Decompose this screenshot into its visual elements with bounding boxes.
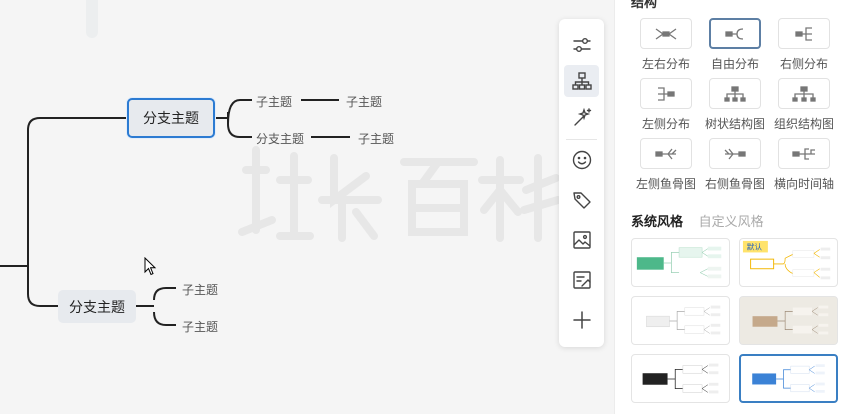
left-layout-icon xyxy=(658,86,675,101)
layout-org[interactable]: 组织结构图 xyxy=(769,78,839,131)
subtopic[interactable]: 分支主题 xyxy=(256,130,304,147)
theme-default[interactable]: 默认 xyxy=(739,238,838,287)
theme-preview xyxy=(636,246,722,279)
tab-system-style[interactable]: 系统风格 xyxy=(631,211,683,230)
subtopic[interactable]: 子主题 xyxy=(346,93,382,110)
tag-icon xyxy=(572,192,591,209)
plus-icon xyxy=(572,311,591,329)
layout-label: 左右分布 xyxy=(641,57,690,71)
style-tool[interactable] xyxy=(564,29,599,61)
ai-tool[interactable] xyxy=(564,101,599,133)
format-panel: 结构 左右分布 自由分布 右侧分布 左侧分布 树状结构图 组织结构图 左侧鱼骨图… xyxy=(614,0,848,414)
layout-left-fishbone[interactable]: 左侧鱼骨图 xyxy=(631,138,701,191)
right-layout-icon xyxy=(795,26,812,41)
left-right-layout-icon xyxy=(655,27,677,40)
layout-right[interactable]: 右侧分布 xyxy=(769,18,839,71)
layout-label: 横向时间轴 xyxy=(773,177,834,191)
structure-icon xyxy=(571,72,592,90)
connector-lines xyxy=(0,99,350,326)
tab-custom-style[interactable]: 自定义风格 xyxy=(699,211,764,230)
theme-preview xyxy=(752,364,825,393)
layout-label: 右侧鱼骨图 xyxy=(704,177,765,191)
default-badge-text: 默认 xyxy=(747,242,763,252)
subtopic-label: 子主题 xyxy=(182,283,219,297)
branch-topic-2[interactable]: 分支主题 xyxy=(58,290,136,323)
layout-label: 左侧鱼骨图 xyxy=(635,177,696,191)
subtopic-label: 子主题 xyxy=(182,320,219,334)
side-toolbar xyxy=(559,19,604,347)
layout-label: 自由分布 xyxy=(710,57,759,71)
structure-section-title: 结构 xyxy=(631,0,658,10)
tag-tool[interactable] xyxy=(564,184,599,216)
right-fishbone-icon xyxy=(724,148,746,159)
left-fishbone-icon xyxy=(655,148,677,159)
theme-preview xyxy=(646,305,721,335)
subtopic-label: 子主题 xyxy=(358,132,395,146)
theme-preview: 默认 xyxy=(742,240,831,280)
theme-tan[interactable] xyxy=(739,296,838,345)
layout-label: 右侧分布 xyxy=(779,57,828,71)
add-tool[interactable] xyxy=(564,304,599,336)
horizontal-timeline-icon xyxy=(792,147,815,160)
image-icon xyxy=(572,231,591,249)
toolbar-divider xyxy=(566,139,597,140)
theme-dark[interactable] xyxy=(631,354,730,403)
note-tool[interactable] xyxy=(564,264,599,296)
layout-left-right[interactable]: 左右分布 xyxy=(631,18,701,71)
layout-left[interactable]: 左侧分布 xyxy=(631,78,701,131)
emoji-tool[interactable] xyxy=(564,144,599,176)
theme-preview xyxy=(642,363,719,394)
note-icon xyxy=(572,271,591,289)
layout-label: 组织结构图 xyxy=(773,117,834,131)
branch-topic-2-label: 分支主题 xyxy=(69,298,125,315)
branch-topic-1-label: 分支主题 xyxy=(143,110,199,126)
subtopic[interactable]: 子主题 xyxy=(182,281,218,298)
subtopic-label: 分支主题 xyxy=(256,132,305,146)
image-tool[interactable] xyxy=(564,224,599,256)
free-layout-icon xyxy=(725,27,744,40)
tree-chart-icon xyxy=(724,85,746,102)
org-chart-icon xyxy=(792,85,816,102)
subtopic[interactable]: 子主题 xyxy=(358,130,394,147)
style-tabs: 系统风格 自定义风格 xyxy=(631,211,776,230)
layout-right-fishbone[interactable]: 右侧鱼骨图 xyxy=(700,138,770,191)
layout-label: 左侧分布 xyxy=(641,117,690,131)
structure-tool[interactable] xyxy=(564,65,599,97)
mindmap-canvas[interactable]: 分支主题 子主题 子主题 分支主题 子主题 分支主题 子主题 子主题 xyxy=(0,0,614,414)
magic-wand-icon xyxy=(573,107,591,126)
emoji-icon xyxy=(572,150,591,170)
branch-topic-1[interactable]: 分支主题 xyxy=(127,98,215,138)
theme-gray[interactable] xyxy=(631,296,730,345)
theme-blue[interactable] xyxy=(739,354,838,403)
layout-free[interactable]: 自由分布 xyxy=(700,18,770,71)
layout-label: 树状结构图 xyxy=(704,117,765,131)
subtopic[interactable]: 子主题 xyxy=(182,318,218,335)
theme-preview xyxy=(741,297,836,344)
layout-tree[interactable]: 树状结构图 xyxy=(700,78,770,131)
subtopic-label: 子主题 xyxy=(256,95,293,109)
layout-timeline[interactable]: 横向时间轴 xyxy=(769,138,839,191)
subtopic[interactable]: 子主题 xyxy=(256,93,292,110)
sliders-icon xyxy=(572,37,591,52)
subtopic-label: 子主题 xyxy=(346,95,383,109)
theme-green[interactable] xyxy=(631,238,730,287)
mouse-cursor-icon xyxy=(144,257,157,276)
